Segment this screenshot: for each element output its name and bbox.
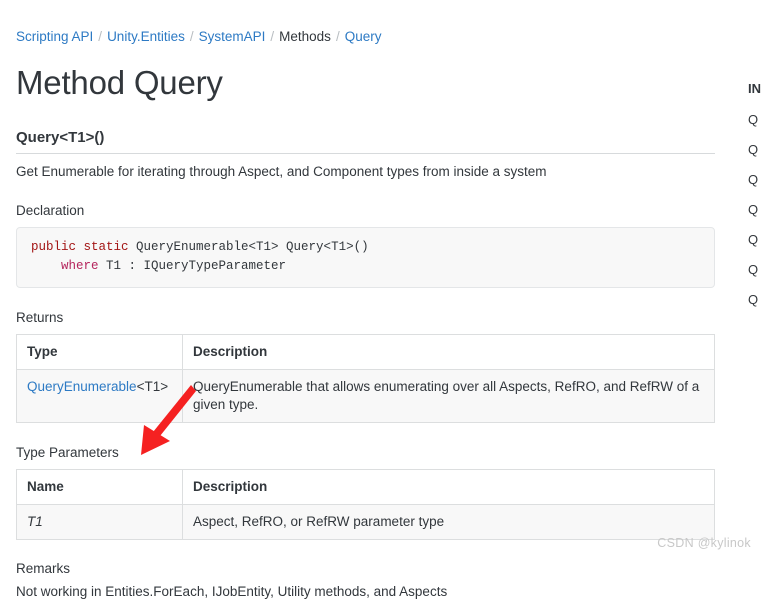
returns-label: Returns [16, 310, 64, 325]
table-row: T1 Aspect, RefRO, or RefRW parameter typ… [16, 504, 715, 540]
csdn-watermark: CSDN @kylinok [657, 536, 751, 550]
breadcrumb-item-unity-entities[interactable]: Unity.Entities [107, 29, 185, 44]
sidebar-item-3[interactable]: Q [748, 201, 763, 218]
type-parameters-header-name: Name [16, 469, 183, 505]
sidebar-title: IN [748, 81, 761, 96]
right-sidebar: IN Q Q Q Q Q Q Q [748, 0, 763, 308]
returns-cell-type: QueryEnumerable<T1> [16, 369, 183, 423]
documentation-page: Scripting API / Unity.Entities / SystemAPI / M… [0, 0, 763, 599]
breadcrumb: Scripting API / Unity.Entities / SystemAPI / M… [16, 0, 716, 45]
returns-header-type: Type [16, 334, 183, 370]
table-header-row: Type Description [16, 334, 715, 370]
returns-table: Type Description QueryEnumerable<T1> Que… [16, 334, 715, 423]
breadcrumb-item-query[interactable]: Query [345, 29, 382, 44]
type-parameters-label: Type Parameters [16, 445, 119, 460]
sidebar-item-0[interactable]: Q [748, 111, 763, 128]
type-parameters-header-description: Description [182, 469, 715, 505]
type-parameters-table: Name Description T1 Aspect, RefRO, or Re… [16, 469, 715, 540]
main-content: Scripting API / Unity.Entities / SystemAPI / M… [16, 0, 716, 601]
code-constraint-line: T1 : IQueryTypeParameter [106, 259, 287, 273]
code-keyword-public-static: public static [31, 240, 137, 254]
sidebar-item-5[interactable]: Q [748, 261, 763, 278]
breadcrumb-separator: / [189, 29, 194, 44]
page-title: Method Query [16, 64, 223, 101]
breadcrumb-item-methods[interactable]: Methods [279, 29, 331, 44]
declaration-label: Declaration [16, 203, 85, 218]
breadcrumb-separator: / [98, 29, 103, 44]
method-signature-heading: Query<T1>() [16, 128, 715, 154]
sidebar-item-2[interactable]: Q [748, 171, 763, 188]
returns-type-link[interactable]: QueryEnumerable [27, 379, 137, 394]
remarks-label: Remarks [16, 561, 71, 576]
sidebar-item-1[interactable]: Q [748, 141, 763, 158]
declaration-code-block: public static QueryEnumerable<T1> Query<… [16, 227, 715, 288]
code-signature-line: QueryEnumerable<T1> Query<T1>() [136, 240, 369, 254]
returns-cell-description: QueryEnumerable that allows enumerating … [182, 369, 715, 423]
breadcrumb-separator: / [270, 29, 275, 44]
table-header-row: Name Description [16, 469, 715, 505]
breadcrumb-item-scripting-api[interactable]: Scripting API [16, 29, 93, 44]
remarks-text: Not working in Entities.ForEach, IJobEnt… [16, 584, 448, 599]
type-parameter-cell-name: T1 [16, 504, 183, 540]
type-parameter-cell-description: Aspect, RefRO, or RefRW parameter type [182, 504, 715, 540]
breadcrumb-separator: / [335, 29, 340, 44]
method-summary: Get Enumerable for iterating through Asp… [16, 164, 547, 179]
returns-type-generic: <T1> [136, 379, 169, 394]
returns-header-description: Description [182, 334, 715, 370]
table-row: QueryEnumerable<T1> QueryEnumerable that… [16, 369, 715, 423]
sidebar-item-6[interactable]: Q [748, 291, 763, 308]
sidebar-item-4[interactable]: Q [748, 231, 763, 248]
code-keyword-where: where [61, 259, 107, 273]
breadcrumb-item-systemapi[interactable]: SystemAPI [199, 29, 266, 44]
